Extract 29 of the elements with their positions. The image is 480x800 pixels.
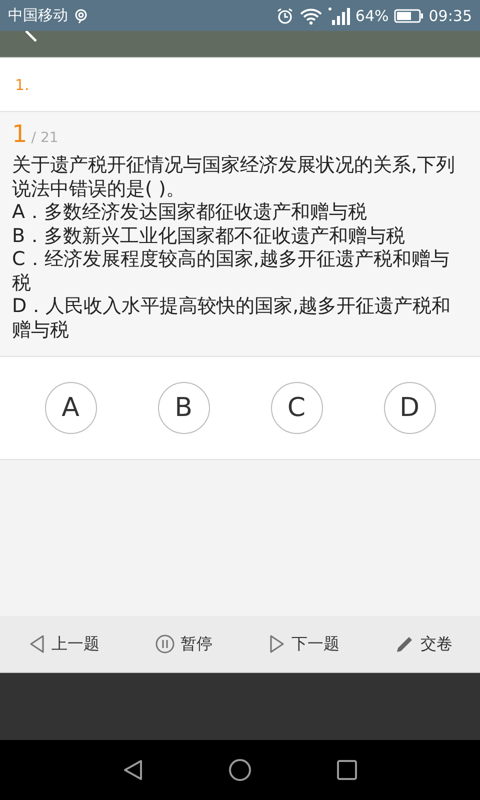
carrier-name: 中国移动 — [8, 6, 68, 25]
battery-icon — [394, 8, 424, 24]
home-icon[interactable] — [228, 758, 252, 782]
back-icon[interactable] — [121, 758, 145, 782]
option-text: C．经济发展程度较高的国家,越多开征遗产税和赠与税 — [12, 248, 450, 295]
toolbar-button[interactable]: 下一题 — [264, 630, 344, 658]
clock-time: 09:35 — [428, 6, 472, 24]
toolbar-button[interactable]: 上一题 — [24, 630, 104, 658]
answer-choice-button[interactable]: C — [270, 382, 322, 434]
toolbar-button[interactable]: 暂停 — [150, 630, 216, 658]
answer-choice-button[interactable]: D — [384, 382, 436, 434]
question-number: 1 — [12, 120, 28, 148]
cellular-signal-icon — [328, 6, 350, 24]
pause-icon — [154, 634, 174, 654]
toolbar-button[interactable]: 交卷 — [390, 630, 456, 658]
question-text: 关于遗产税开征情况与国家经济发展状况的关系,下列说法中错误的是( )。 — [12, 154, 456, 201]
option-text: A．多数经济发达国家都征收遗产和赠与税 — [12, 201, 368, 224]
answer-choice-button[interactable]: B — [158, 382, 210, 434]
battery-percentage: 64% — [355, 6, 389, 24]
alarm-icon — [276, 6, 294, 24]
wifi-icon — [299, 6, 324, 24]
previous-icon — [28, 634, 46, 654]
answer-choice-button[interactable]: A — [44, 382, 96, 434]
question-total: / 21 — [31, 130, 58, 146]
option-text: D．人民收入水平提高较快的国家,越多开征遗产税和赠与税 — [12, 295, 452, 342]
pencil-icon — [394, 634, 414, 654]
recent-apps-icon[interactable] — [335, 758, 359, 782]
option-text: B．多数新兴工业化国家都不征收遗产和赠与税 — [12, 224, 406, 248]
next-icon — [268, 634, 286, 654]
